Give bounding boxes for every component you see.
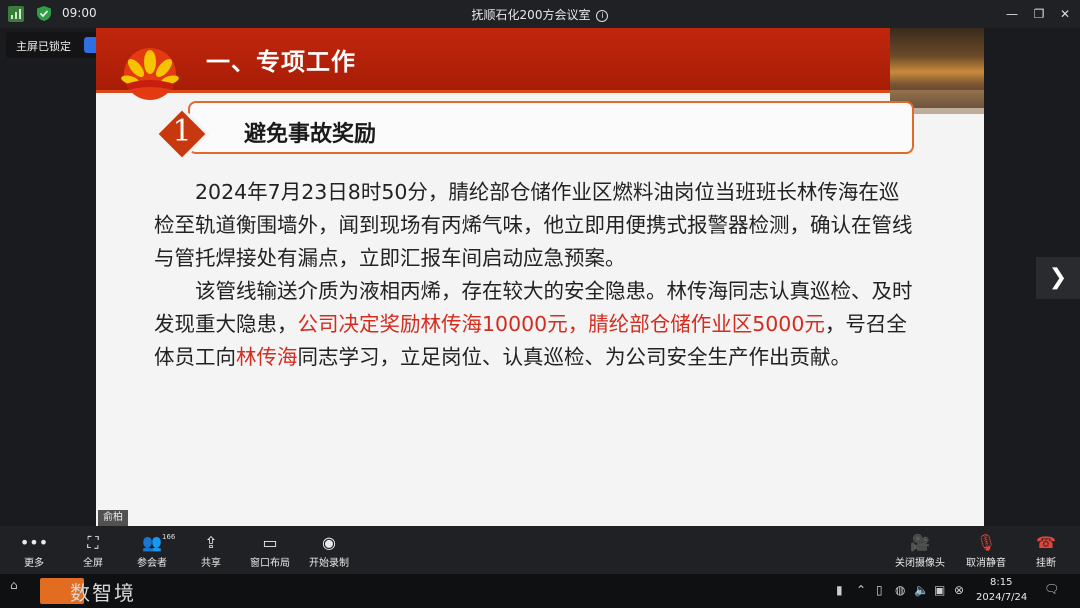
body-paragraph-1: 2024年7月23日8时50分，腈纶部仓储作业区燃料油岗位当班班长林传海在巡检至… [154,180,913,270]
close-icon[interactable]: ✕ [1056,5,1074,23]
window-title-text: 抚顺石化200方会议室 [471,8,591,22]
hangup-label: 挂断 [1036,558,1056,569]
globe-icon[interactable]: ◍ [895,583,905,597]
unmute-label: 取消静音 [966,558,1006,569]
slide-header-line [96,90,984,93]
layout-icon: ▭ [262,533,278,552]
record-icon: ◉ [322,533,336,552]
display-icon[interactable]: ▣ [934,583,945,597]
window-title: 抚顺石化200方会议室 i [0,6,1080,23]
slide-body: 2024年7月23日8时50分，腈纶部仓储作业区燃料油岗位当班班长林传海在巡检至… [154,176,914,374]
participants-count: 166 [162,533,176,541]
layout-button[interactable]: ▭ 窗口布局 [240,532,300,569]
share-label: 共享 [201,558,221,569]
slide-title: 一、专项工作 [206,48,356,76]
fullscreen-button[interactable]: ⛶ 全屏 [63,532,123,569]
battery-icon[interactable]: ▮ [836,583,843,597]
record-label: 开始录制 [309,558,349,569]
next-page-button[interactable]: ❯ [1036,257,1080,299]
section-title: 避免事故奖励 [244,122,377,147]
info-icon[interactable]: i [596,10,609,22]
speaker-name-tag: 俞柏 [98,510,128,526]
share-icon: ⇪ [204,533,218,552]
tray-expand-icon[interactable]: ⌃ [856,583,866,597]
share-button[interactable]: ⇪ 共享 [181,532,241,569]
reward-highlight: 公司决定奖励林传海10000元，腈纶部仓储作业区5000元 [297,312,825,336]
layout-label: 窗口布局 [250,558,290,569]
body-paragraph-2: 该管线输送介质为液相丙烯，存在较大的安全隐患。林传海同志认真巡检、及时发现重大隐… [154,275,914,374]
lock-status-text: 主屏已锁定 [16,40,71,53]
camera-label: 关闭摄像头 [895,558,945,569]
mic-muted-icon: 🎙 [975,533,997,552]
clock-time: 8:15 [990,577,1013,588]
camera-icon: 🎥 [910,533,930,552]
participants-label: 参会者 [137,558,167,569]
fullscreen-icon: ⛶ [87,533,99,552]
clock-date: 2024/7/24 [976,592,1028,603]
volume-icon[interactable]: 🔈 [914,583,929,597]
device-icon[interactable]: ▯ [876,583,883,597]
hangup-icon: ☎ [1036,533,1056,552]
notification-icon[interactable]: 🗨 [1044,582,1059,596]
more-label: 更多 [24,558,44,569]
fullscreen-label: 全屏 [83,558,103,569]
hangup-button[interactable]: ☎ 挂断 [1016,532,1076,569]
para2-text-c: 同志学习，立足岗位、认真巡检、为公司安全生产作出贡献。 [297,345,852,369]
petrochina-logo-icon [121,48,179,100]
camera-button[interactable]: 🎥 关闭摄像头 [890,532,950,569]
minimize-icon[interactable]: — [1003,5,1021,23]
record-button[interactable]: ◉ 开始录制 [299,532,359,569]
unmute-button[interactable]: 🎙 取消静音 [956,532,1016,569]
more-icon: ••• [19,533,49,552]
taskbar-brand: 数智境 [70,581,136,605]
restore-icon[interactable]: ❐ [1030,5,1048,23]
name-highlight: 林传海 [236,345,298,369]
shared-slide: 一、专项工作 1 避免事故奖励 2024年7月23日8时50分，腈纶部仓储作业区… [96,28,984,526]
close-circle-icon[interactable]: ⊗ [954,583,964,597]
taskbar-app-icon[interactable]: ⌂ [10,578,18,592]
section-number: 1 [172,114,192,149]
more-button[interactable]: ••• 更多 [4,532,64,569]
